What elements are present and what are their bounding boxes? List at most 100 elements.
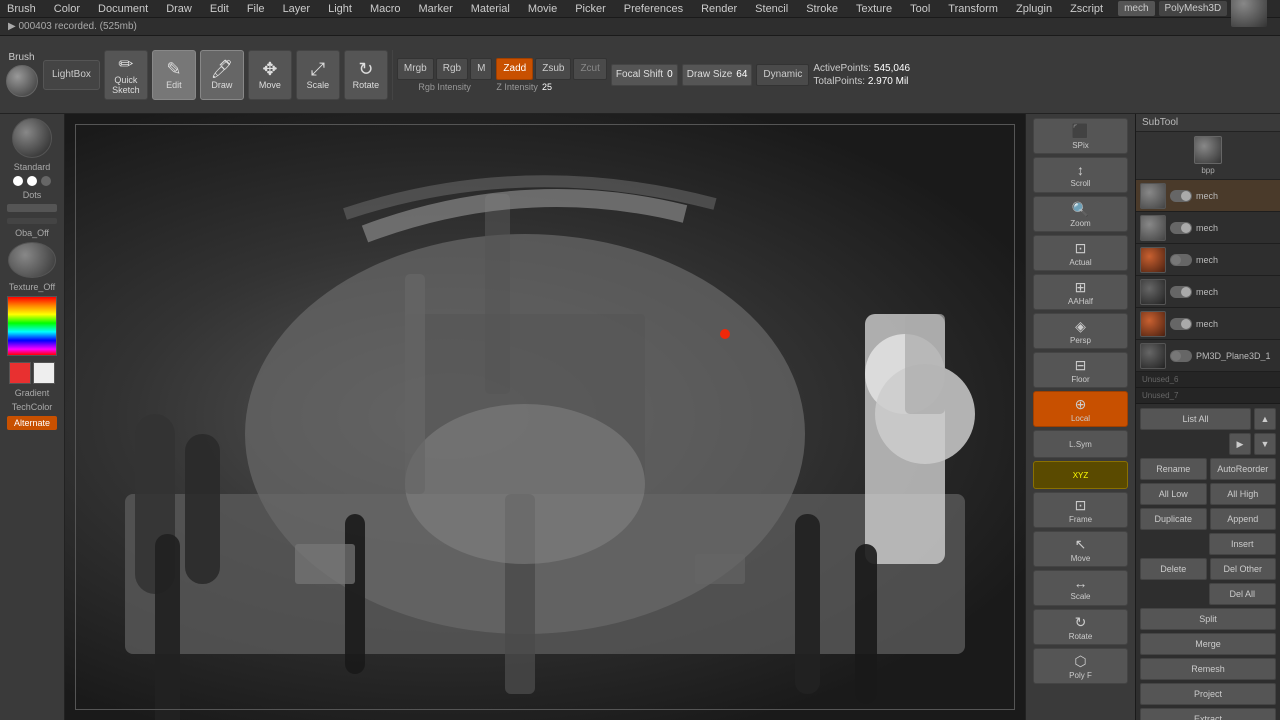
color-gradient[interactable]	[7, 296, 57, 356]
auto-reorder-button[interactable]: AutoReorder	[1210, 458, 1277, 480]
subtool-toggle-1[interactable]	[1170, 190, 1192, 202]
menu-color[interactable]: Color	[51, 3, 83, 15]
split-button[interactable]: Split	[1140, 608, 1276, 630]
subtool-item-4[interactable]: mech	[1136, 276, 1280, 308]
scroll-button[interactable]: ↕ Scroll	[1033, 157, 1128, 193]
polymesh-label: PolyMesh3D	[1159, 1, 1228, 16]
m-button[interactable]: M	[470, 58, 492, 80]
subtool-toggle-3[interactable]	[1170, 254, 1192, 266]
subtool-item-5[interactable]: mech	[1136, 308, 1280, 340]
st-thumb1[interactable]	[1194, 136, 1222, 164]
list-all-button[interactable]: List All	[1140, 408, 1251, 430]
swatch-color[interactable]	[9, 362, 31, 384]
mrgb-button[interactable]: Mrgb	[397, 58, 434, 80]
aahalf-label: AAHalf	[1068, 297, 1093, 306]
brush-icon[interactable]	[6, 65, 38, 97]
rename-button[interactable]: Rename	[1140, 458, 1207, 480]
menu-transform[interactable]: Transform	[945, 3, 1001, 15]
up-arrow-button[interactable]: ▲	[1254, 408, 1276, 430]
insert-button[interactable]: Insert	[1209, 533, 1277, 555]
menu-stencil[interactable]: Stencil	[752, 3, 791, 15]
menu-brush[interactable]: Brush	[4, 3, 39, 15]
all-high-button[interactable]: All High	[1210, 483, 1277, 505]
subtool-item-pm3d[interactable]: PM3D_Plane3D_1	[1136, 340, 1280, 372]
menu-file[interactable]: File	[244, 3, 268, 15]
menu-layer[interactable]: Layer	[280, 3, 314, 15]
menu-movie[interactable]: Movie	[525, 3, 560, 15]
down-arrow-button[interactable]: ▼	[1254, 433, 1276, 455]
rotate-rt-button[interactable]: ↻ Rotate	[1033, 609, 1128, 645]
actual-button[interactable]: ⊡ Actual	[1033, 235, 1128, 271]
persp-button[interactable]: ◈ Persp	[1033, 313, 1128, 349]
append-button[interactable]: Append	[1210, 508, 1277, 530]
menu-marker[interactable]: Marker	[416, 3, 456, 15]
menu-zscript[interactable]: Zscript	[1067, 3, 1106, 15]
move-button[interactable]: ✥ Move	[248, 50, 292, 100]
edit-button[interactable]: ✎ Edit	[152, 50, 196, 100]
del-all-button[interactable]: Del All	[1209, 583, 1277, 605]
local-button[interactable]: ⊕ Local	[1033, 391, 1128, 427]
zsub-button[interactable]: Zsub	[535, 58, 571, 80]
aahalf-button[interactable]: ⊞ AAHalf	[1033, 274, 1128, 310]
remesh-button[interactable]: Remesh	[1140, 658, 1276, 680]
swatch-white[interactable]	[33, 362, 55, 384]
menu-document[interactable]: Document	[95, 3, 151, 15]
rotate-rt-label: Rotate	[1069, 632, 1093, 641]
menu-zplugin[interactable]: Zplugin	[1013, 3, 1055, 15]
dynamic-button[interactable]: Dynamic	[756, 64, 809, 86]
menu-render[interactable]: Render	[698, 3, 740, 15]
menu-preferences[interactable]: Preferences	[621, 3, 686, 15]
floor-button[interactable]: ⊟ Floor	[1033, 352, 1128, 388]
subtool-item-2[interactable]: mech	[1136, 212, 1280, 244]
lightbox-button[interactable]: LightBox	[43, 60, 100, 90]
draw-button[interactable]: 🖊 Draw	[200, 50, 244, 100]
menu-picker[interactable]: Picker	[572, 3, 609, 15]
duplicate-button[interactable]: Duplicate	[1140, 508, 1207, 530]
menu-tool[interactable]: Tool	[907, 3, 933, 15]
scale-button[interactable]: ⤢ Scale	[296, 50, 340, 100]
subtool-thumb-4	[1140, 279, 1166, 305]
lsym-button[interactable]: L.Sym	[1033, 430, 1128, 458]
del-other-button[interactable]: Del Other	[1210, 558, 1277, 580]
subtool-top: bpp	[1136, 132, 1280, 180]
spix-button[interactable]: ⬛ SPix	[1033, 118, 1128, 154]
subtool-toggle-pm3d[interactable]	[1170, 350, 1192, 362]
menu-draw[interactable]: Draw	[163, 3, 195, 15]
alternate-button[interactable]: Alternate	[7, 416, 57, 430]
rotate-button[interactable]: ↻ Rotate	[344, 50, 388, 100]
polyf-label: Poly F	[1069, 671, 1092, 680]
quick-sketch-button[interactable]: ✏ Quick Sketch	[104, 50, 148, 100]
extract-button[interactable]: Extract	[1140, 708, 1276, 720]
texture-ball[interactable]	[8, 242, 56, 278]
right-arrow-button[interactable]: ▶	[1229, 433, 1251, 455]
project-button[interactable]: Project	[1140, 683, 1276, 705]
zoom-button[interactable]: 🔍 Zoom	[1033, 196, 1128, 232]
polyf-button[interactable]: ⬡ Poly F	[1033, 648, 1128, 684]
menu-material[interactable]: Material	[468, 3, 513, 15]
delete-button[interactable]: Delete	[1140, 558, 1207, 580]
material-sphere[interactable]	[12, 118, 52, 158]
frame-button[interactable]: ⊡ Frame	[1033, 492, 1128, 528]
draw-size-slider[interactable]: Draw Size 64	[682, 64, 753, 86]
xyz-button[interactable]: XYZ	[1033, 461, 1128, 489]
focal-shift-slider[interactable]: Focal Shift 0	[611, 64, 678, 86]
subtool-toggle-4[interactable]	[1170, 286, 1192, 298]
zadd-button[interactable]: Zadd	[496, 58, 533, 80]
menu-texture[interactable]: Texture	[853, 3, 895, 15]
move-rt-button[interactable]: ↖ Move	[1033, 531, 1128, 567]
menu-edit[interactable]: Edit	[207, 3, 232, 15]
rgb-button[interactable]: Rgb	[436, 58, 468, 80]
subtool-toggle-2[interactable]	[1170, 222, 1192, 234]
subtool-toggle-5[interactable]	[1170, 318, 1192, 330]
menu-stroke[interactable]: Stroke	[803, 3, 841, 15]
merge-button[interactable]: Merge	[1140, 633, 1276, 655]
scale-rt-button[interactable]: ↔ Scale	[1033, 570, 1128, 606]
viewport[interactable]	[65, 114, 1025, 720]
menu-macro[interactable]: Macro	[367, 3, 404, 15]
menu-light[interactable]: Light	[325, 3, 355, 15]
subtool-item-3[interactable]: mech	[1136, 244, 1280, 276]
all-low-button[interactable]: All Low	[1140, 483, 1207, 505]
zcut-button[interactable]: Zcut	[573, 58, 606, 80]
subtool-item-1[interactable]: mech	[1136, 180, 1280, 212]
total-points-value: 2.970 Mil	[868, 76, 909, 87]
